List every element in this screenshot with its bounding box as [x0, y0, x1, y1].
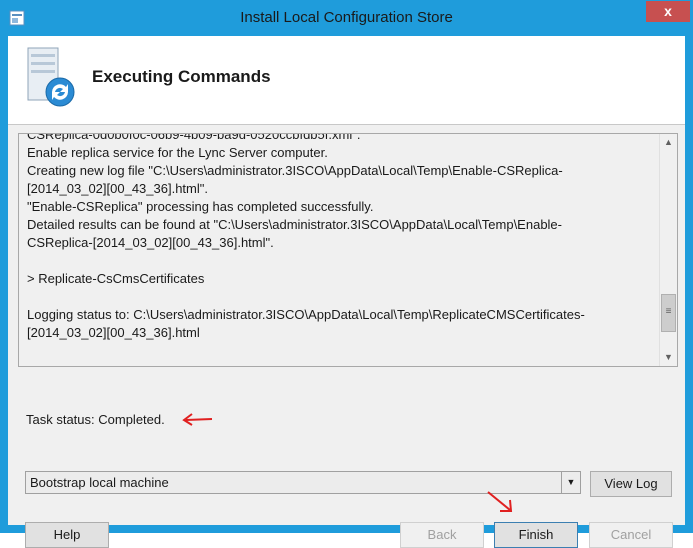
log-line: Enable replica service for the Lync Serv…	[27, 145, 328, 160]
cancel-button[interactable]: Cancel	[589, 522, 673, 548]
body-panel: CSReplica-0d0b0f0c-06b9-4b09-ba9d-0520cc…	[8, 125, 685, 548]
log-line: > Replicate-CsCmsCertificates	[27, 271, 205, 286]
title-bar[interactable]: Install Local Configuration Store x	[0, 0, 693, 36]
scroll-thumb[interactable]: ≡	[661, 294, 676, 332]
scroll-down-icon[interactable]: ▼	[660, 349, 677, 366]
log-line: [2014_03_02][00_43_36].html	[27, 325, 200, 340]
log-line: CSReplica-0d0b0f0c-06b9-4b09-ba9d-0520cc…	[27, 133, 361, 142]
scroll-up-icon[interactable]: ▲	[660, 134, 677, 151]
view-log-button[interactable]: View Log	[590, 471, 672, 497]
log-text: CSReplica-0d0b0f0c-06b9-4b09-ba9d-0520cc…	[27, 133, 655, 342]
back-button[interactable]: Back	[400, 522, 484, 548]
task-status: Task status: Completed.	[26, 412, 165, 427]
close-button[interactable]: x	[646, 1, 690, 22]
dialog-client-area: Executing Commands CSReplica-0d0b0f0c-06…	[8, 36, 685, 548]
help-button[interactable]: Help	[25, 522, 109, 548]
window-title: Install Local Configuration Store	[240, 9, 453, 26]
log-line: [2014_03_02][00_43_36].html".	[27, 181, 208, 196]
chevron-down-icon[interactable]: ▼	[561, 472, 580, 493]
finish-button[interactable]: Finish	[494, 522, 578, 548]
dropdown-selected: Bootstrap local machine	[30, 475, 169, 490]
server-sync-icon	[27, 47, 75, 107]
red-arrow-left-icon	[182, 413, 213, 426]
log-line: Detailed results can be found at "C:\Use…	[27, 217, 562, 232]
log-line: CSReplica-[2014_03_02][00_43_36].html".	[27, 235, 274, 250]
red-arrow-down-icon	[487, 491, 513, 512]
log-line: Logging status to: C:\Users\administrato…	[27, 307, 585, 322]
command-log[interactable]: CSReplica-0d0b0f0c-06b9-4b09-ba9d-0520cc…	[18, 133, 678, 367]
log-line: Creating new log file "C:\Users\administ…	[27, 163, 563, 178]
log-scrollbar[interactable]: ▲ ≡ ▼	[659, 134, 677, 366]
page-title: Executing Commands	[92, 67, 271, 86]
installer-window: Install Local Configuration Store x Exec…	[0, 0, 693, 548]
header-panel: Executing Commands	[8, 36, 685, 124]
log-line: "Enable-CSReplica" processing has comple…	[27, 199, 374, 214]
